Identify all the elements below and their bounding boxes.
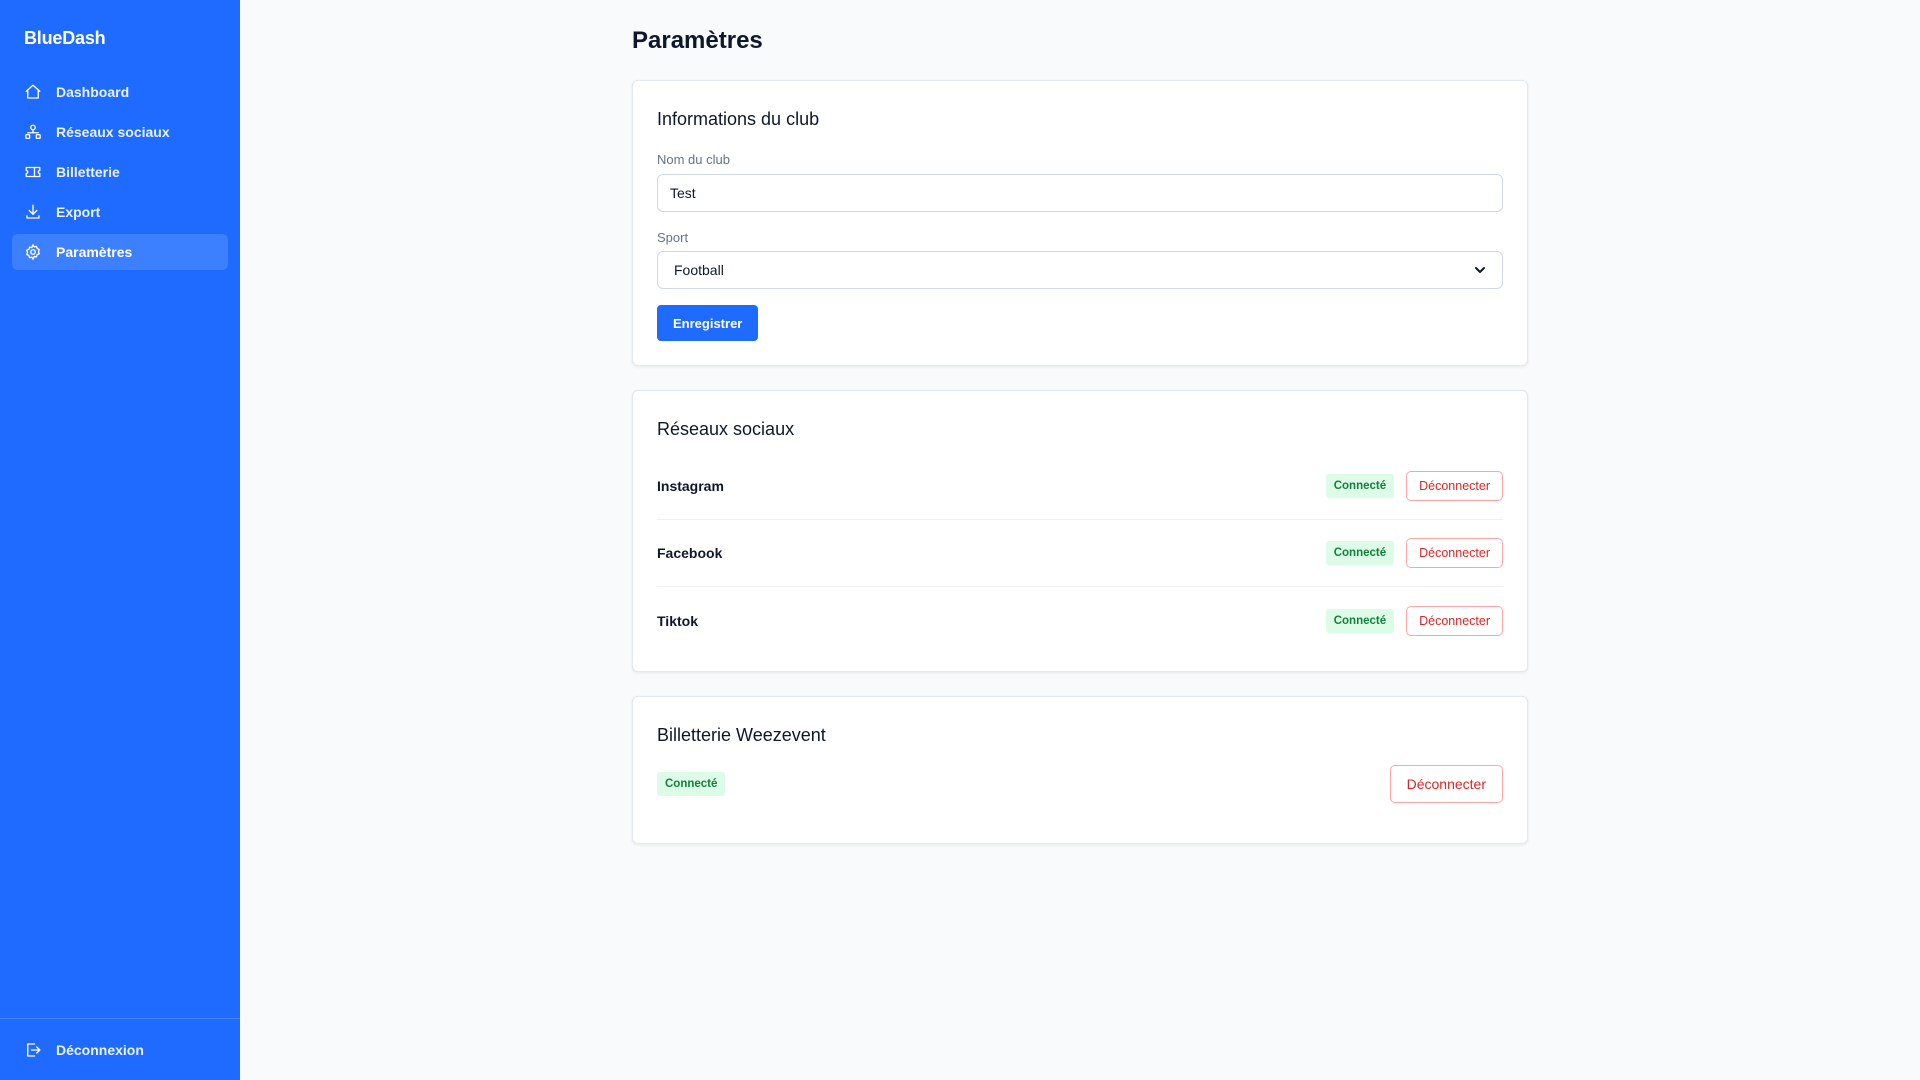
social-name: Facebook [657, 545, 723, 561]
row-actions: Connecté Déconnecter [1325, 605, 1503, 636]
status-badge: Connecté [657, 772, 726, 796]
club-info-card: Informations du club Nom du club Sport F… [632, 80, 1528, 366]
sidebar-item-label: Export [56, 204, 101, 220]
status-badge: Connecté [1325, 608, 1395, 633]
row-actions: Connecté Déconnecter [1325, 538, 1503, 568]
card-title: Réseaux sociaux [657, 419, 795, 439]
page-title: Paramètres [632, 27, 763, 54]
disconnect-tiktok-button[interactable]: Déconnecter [1406, 605, 1503, 636]
chevron-down-icon [1474, 264, 1486, 276]
social-row-facebook: Facebook Connecté Déconnecter [657, 520, 1503, 587]
brand-logo: BlueDash [24, 28, 106, 48]
ticket-icon [24, 163, 42, 181]
social-row-instagram: Instagram Connecté Déconnecter [657, 453, 1503, 520]
sport-label: Sport [657, 230, 689, 245]
home-icon [24, 83, 42, 101]
sidebar-item-ticketing[interactable]: Billetterie [12, 154, 228, 190]
sidebar-footer: Déconnexion [0, 1018, 240, 1080]
weezevent-card: Billetterie Weezevent Connecté Déconnect… [632, 696, 1528, 844]
disconnect-facebook-button[interactable]: Déconnecter [1406, 538, 1503, 568]
logout-button[interactable]: Déconnexion [24, 1041, 144, 1059]
sidebar-item-export[interactable]: Export [12, 194, 228, 230]
disconnect-instagram-button[interactable]: Déconnecter [1406, 471, 1503, 501]
status-badge: Connecté [1325, 474, 1395, 498]
sidebar: BlueDash Dashboard Réseaux sociaux Bille… [0, 0, 240, 1080]
row-actions: Connecté Déconnecter [1325, 471, 1503, 501]
sidebar-item-settings[interactable]: Paramètres [12, 234, 228, 270]
sport-select[interactable]: Football [657, 251, 1503, 289]
sidebar-item-label: Billetterie [56, 164, 120, 180]
sidebar-item-social[interactable]: Réseaux sociaux [12, 114, 228, 150]
logout-icon [24, 1041, 42, 1059]
sidebar-item-label: Réseaux sociaux [56, 124, 170, 140]
gear-icon [24, 243, 42, 261]
card-title: Billetterie Weezevent [657, 725, 826, 745]
sidebar-item-label: Paramètres [56, 244, 133, 260]
club-name-input[interactable] [657, 174, 1503, 212]
social-networks-card: Réseaux sociaux Instagram Connecté Décon… [632, 390, 1528, 672]
sport-select-value: Football [674, 262, 724, 278]
disconnect-weezevent-button[interactable]: Déconnecter [1389, 765, 1503, 803]
download-icon [24, 203, 42, 221]
card-title: Informations du club [657, 109, 820, 129]
sidebar-item-label: Dashboard [56, 84, 130, 100]
sidebar-item-dashboard[interactable]: Dashboard [12, 74, 228, 110]
social-name: Tiktok [657, 612, 698, 629]
social-network-icon [24, 123, 42, 141]
save-button[interactable]: Enregistrer [657, 305, 759, 341]
club-name-label: Nom du club [657, 152, 730, 167]
status-badge: Connecté [1325, 541, 1395, 565]
logout-label: Déconnexion [56, 1042, 144, 1058]
social-row-tiktok: Tiktok Connecté Déconnecter [657, 587, 1503, 654]
social-name: Instagram [657, 478, 724, 494]
sidebar-nav: Dashboard Réseaux sociaux Billetterie Ex… [12, 74, 228, 274]
